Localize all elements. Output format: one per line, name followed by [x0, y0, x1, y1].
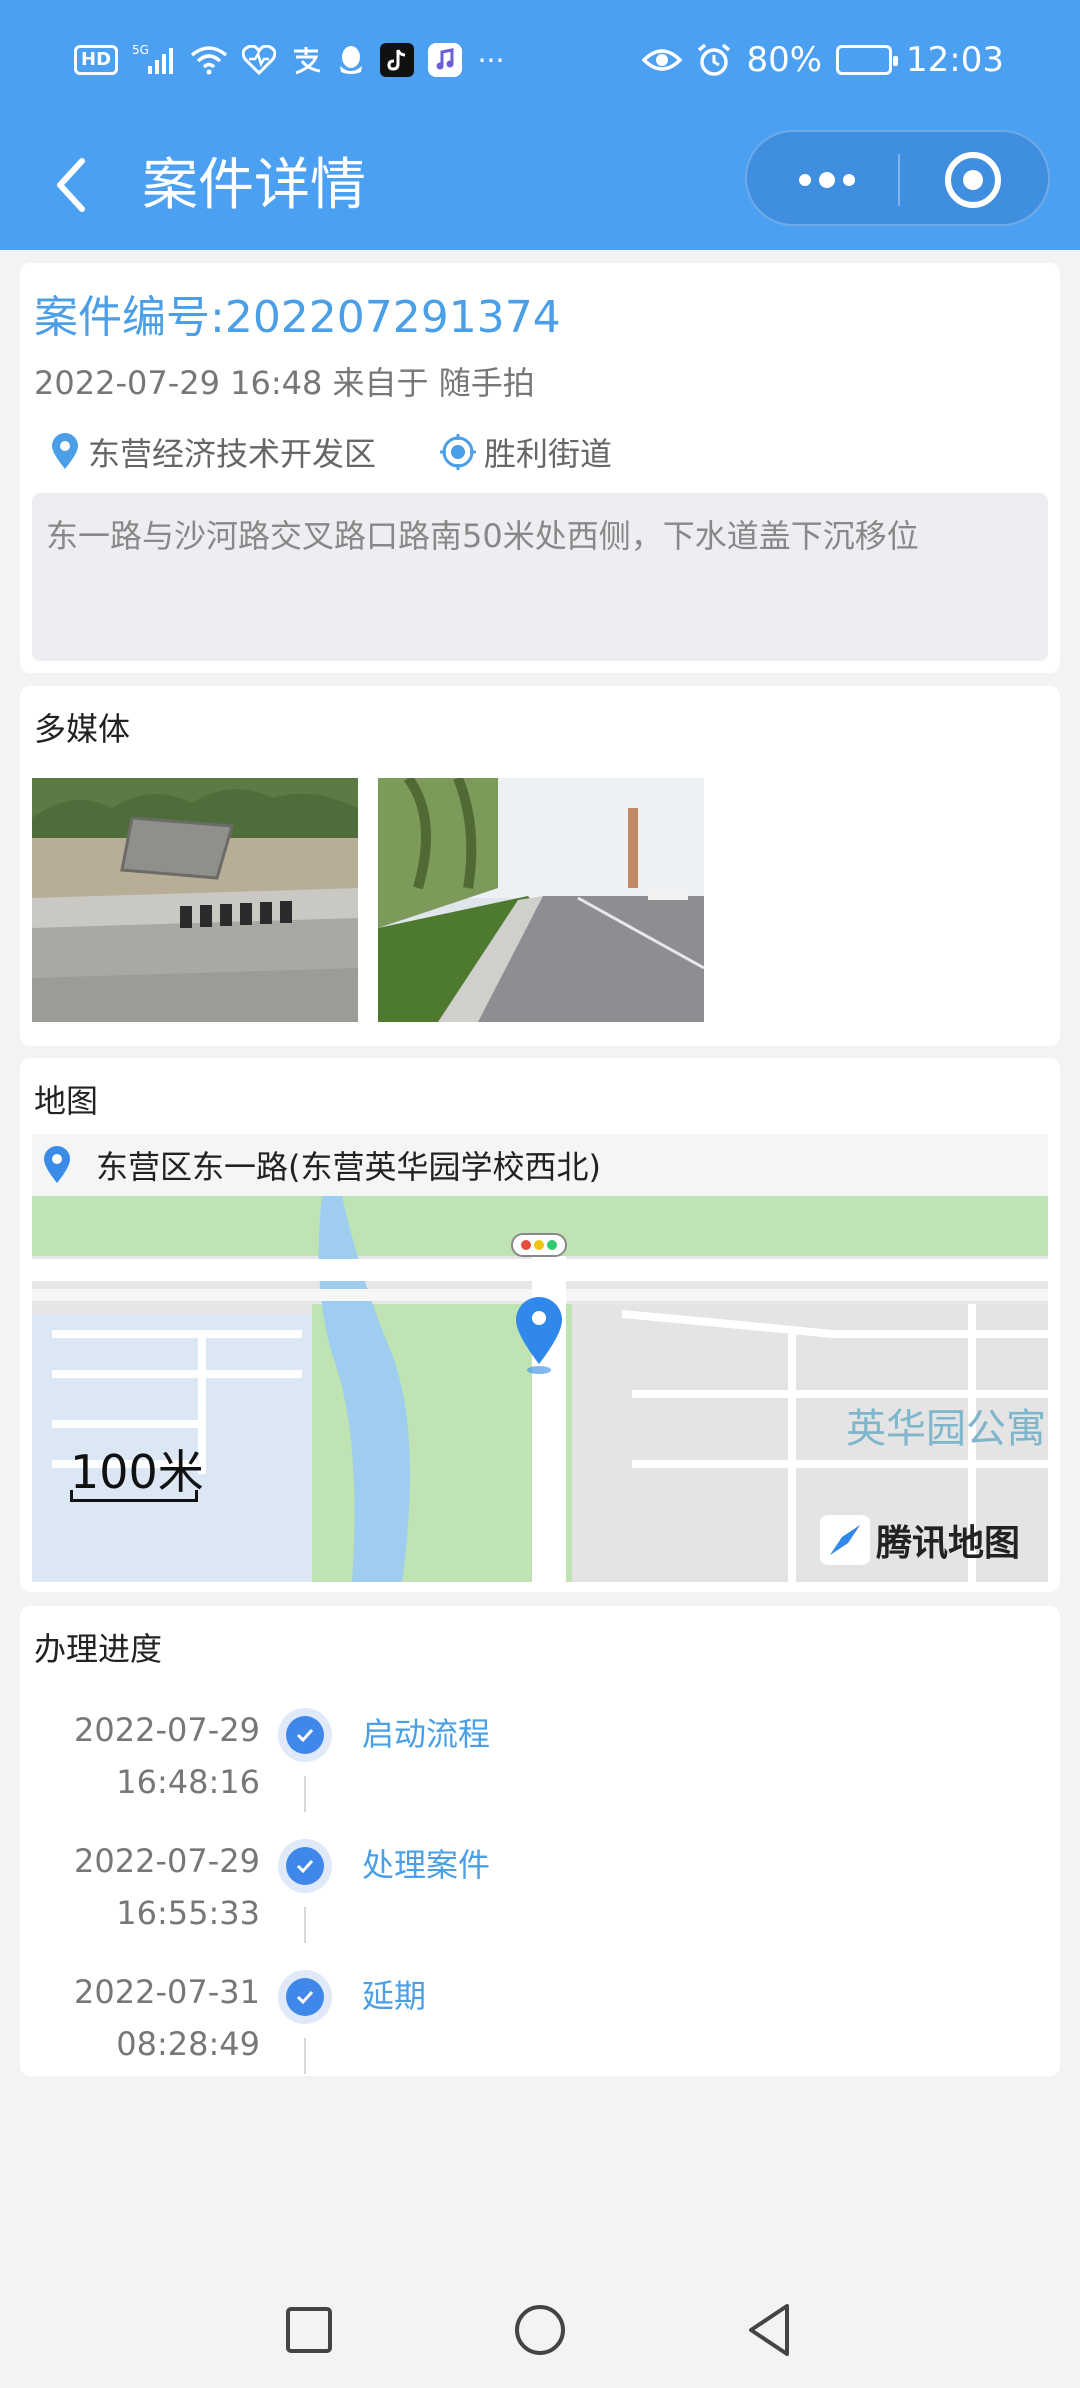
- circle-icon: [515, 2305, 565, 2355]
- tencent-map-icon: [820, 1515, 870, 1565]
- check-icon: [296, 1859, 314, 1874]
- hd-icon: HD: [74, 45, 119, 75]
- timeline-date: 2022-07-29: [74, 1711, 260, 1749]
- alipay-icon: [290, 40, 322, 80]
- back-arrow-icon: [57, 158, 85, 212]
- timeline-connector: [304, 1907, 306, 1943]
- locate-target-icon: [440, 434, 477, 470]
- alarm-icon: [696, 40, 732, 80]
- capsule-divider: [898, 154, 900, 206]
- map-provider-name: 腾讯地图: [876, 1523, 1021, 1564]
- health-icon: [242, 40, 277, 80]
- timeline-connector: [304, 1776, 306, 1812]
- timeline-datetime: 2022-07-29 16:55:33: [74, 1835, 260, 1939]
- more-dot-icon: [843, 174, 855, 186]
- map-provider-logo: 腾讯地图: [820, 1514, 1020, 1566]
- battery-percent: 80%: [746, 40, 823, 80]
- map-card: 地图 东营区东一路(东营英华园学校西北) 100米 英华园公寓 腾讯地图: [20, 1058, 1060, 1592]
- timeline-node: [278, 1708, 332, 1762]
- system-navigation-bar: [0, 2272, 1080, 2388]
- status-bar-right: 80% 12:03: [642, 40, 1004, 80]
- app-header: HD 5G ··· 80% 12:03 案件详情: [0, 0, 1080, 250]
- timeline-date: 2022-07-31: [74, 1973, 260, 2011]
- page-title: 案件详情: [142, 153, 366, 218]
- close-miniprogram-button[interactable]: [945, 152, 1001, 208]
- wifi-icon: [190, 40, 228, 80]
- timeline-step-label: 延期: [362, 1977, 427, 2015]
- timeline-connector: [304, 2038, 306, 2074]
- navigation-bar: 案件详情: [0, 130, 1080, 250]
- map-scale-bar: [70, 1490, 198, 1502]
- qq-icon: [336, 40, 366, 80]
- timeline-time: 16:55:33: [116, 1894, 260, 1932]
- timeline-step-label: 处理案件: [362, 1846, 491, 1884]
- music-icon: [428, 43, 463, 77]
- timeline-datetime: 2022-07-31 08:28:49: [74, 1966, 260, 2070]
- case-description: 东一路与沙河路交叉路口路南50米处西侧，下水道盖下沉移位: [32, 493, 1048, 661]
- map-address-bar: 东营区东一路(东营英华园学校西北): [32, 1134, 1048, 1196]
- check-icon: [296, 1990, 314, 2005]
- network-type-label: 5G: [132, 43, 149, 57]
- map-section-title: 地图: [34, 1082, 99, 1120]
- timeline-node: [278, 1970, 332, 2024]
- progress-section-title: 办理进度: [34, 1630, 163, 1668]
- 5g-signal-icon: 5G: [132, 40, 176, 80]
- case-info-card: 案件编号:202207291374 2022-07-29 16:48 来自于 随…: [20, 263, 1060, 673]
- map-area-label: 英华园公寓: [846, 1406, 1046, 1452]
- timeline-time: 16:48:16: [116, 1763, 260, 1801]
- timeline-item: 2022-07-29 16:48:16 启动流程: [20, 1704, 1060, 1834]
- battery-icon: [836, 45, 899, 75]
- district-tag: 东营经济技术开发区: [50, 429, 376, 475]
- timeline-item: 2022-07-29 16:55:33 处理案件: [20, 1835, 1060, 1965]
- triangle-back-icon: [749, 2304, 789, 2356]
- back-system-button[interactable]: [734, 2294, 806, 2366]
- case-meta: 2022-07-29 16:48 来自于 随手拍: [34, 364, 535, 402]
- timeline-step-label: 启动流程: [362, 1715, 491, 1753]
- timeline-node: [278, 1839, 332, 1893]
- more-options-button[interactable]: [787, 160, 867, 200]
- clock: 12:03: [906, 40, 1004, 80]
- progress-card: 办理进度 2022-07-29 16:48:16 启动流程 2022-07-29…: [20, 1606, 1060, 2076]
- target-icon: [963, 170, 983, 190]
- street-label: 胜利街道: [484, 435, 613, 473]
- tiktok-icon: [380, 43, 415, 77]
- miniprogram-capsule: [745, 130, 1050, 226]
- square-icon: [286, 2307, 332, 2353]
- street-tag: 胜利街道: [440, 429, 612, 475]
- more-dot-icon: [799, 174, 811, 186]
- timeline-date: 2022-07-29: [74, 1842, 260, 1880]
- more-dot-icon: [819, 172, 835, 188]
- location-row: 东营经济技术开发区 胜利街道: [50, 429, 676, 475]
- timeline-datetime: 2022-07-29 16:48:16: [74, 1704, 260, 1808]
- timeline-time: 08:28:49: [116, 2025, 260, 2063]
- case-number: 案件编号:202207291374: [34, 292, 561, 343]
- timeline-item: 2022-07-31 08:28:49 延期: [20, 1966, 1060, 2096]
- district-label: 东营经济技术开发区: [88, 435, 377, 473]
- back-button[interactable]: [40, 150, 100, 220]
- recent-apps-button[interactable]: [273, 2294, 345, 2366]
- location-pin-icon: [44, 1146, 70, 1183]
- check-icon: [296, 1728, 314, 1743]
- status-bar-left: HD 5G ···: [74, 40, 506, 80]
- road-photo[interactable]: [378, 778, 704, 1022]
- more-notifications-icon: ···: [477, 43, 505, 77]
- media-section-title: 多媒体: [34, 710, 131, 748]
- status-bar: HD 5G ··· 80% 12:03: [0, 0, 1080, 130]
- media-card: 多媒体: [20, 686, 1060, 1046]
- manhole-cover-photo[interactable]: [32, 778, 358, 1022]
- map-view[interactable]: 东营区东一路(东营英华园学校西北) 100米 英华园公寓 腾讯地图: [32, 1134, 1048, 1582]
- home-button[interactable]: [504, 2294, 576, 2366]
- map-address: 东营区东一路(东营英华园学校西北): [96, 1148, 601, 1186]
- location-pin-icon: [52, 433, 78, 469]
- eye-icon: [642, 40, 683, 80]
